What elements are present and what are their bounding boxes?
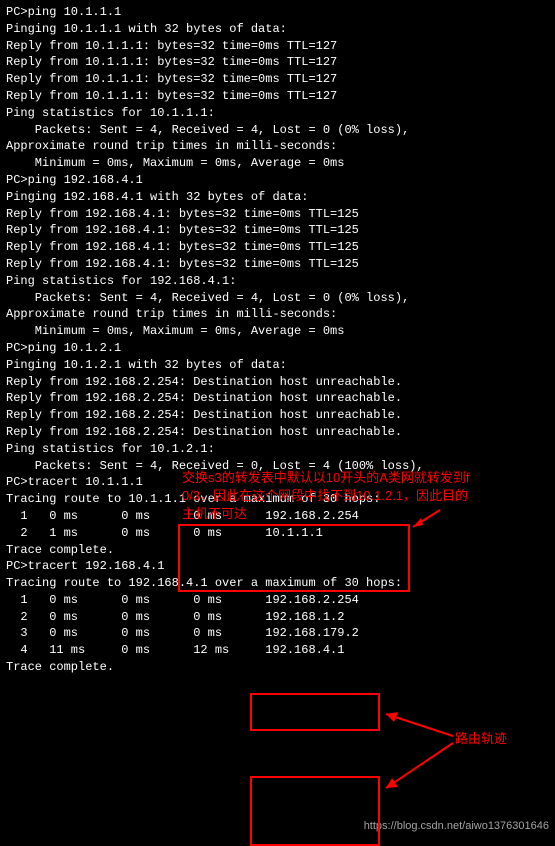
annotation-line-3: 主机不可达 — [182, 505, 552, 523]
annotation-unreachable-text: 交换s3的转发表中默认以10开头的A类网就转发到f 0/3，因此在这个网段中找不… — [182, 469, 552, 524]
reply-3a: Reply from 192.168.2.254: Destination ho… — [6, 374, 549, 391]
annotation-route-trace: 路由轨迹 — [455, 730, 507, 748]
packets-1: Packets: Sent = 4, Received = 4, Lost = … — [6, 122, 549, 139]
trace-complete-5: Trace complete. — [6, 659, 549, 676]
stats-3: Ping statistics for 10.1.2.1: — [6, 441, 549, 458]
pinging-3: Pinging 10.1.2.1 with 32 bytes of data: — [6, 357, 549, 374]
stats-2: Ping statistics for 192.168.4.1: — [6, 273, 549, 290]
watermark: https://blog.csdn.net/aiwo1376301646 — [364, 819, 549, 834]
cmd-ping-2: PC>ping 192.168.4.1 — [6, 172, 549, 189]
cmd-ping-1: PC>ping 10.1.1.1 — [6, 4, 549, 21]
approx-1: Approximate round trip times in milli-se… — [6, 138, 549, 155]
reply-2b: Reply from 192.168.4.1: bytes=32 time=0m… — [6, 222, 549, 239]
hop-5c: 3 0 ms 0 ms 0 ms 192.168.179.2 — [6, 625, 549, 642]
hop-5a: 1 0 ms 0 ms 0 ms 192.168.2.254 — [6, 592, 549, 609]
reply-2a: Reply from 192.168.4.1: bytes=32 time=0m… — [6, 206, 549, 223]
reply-1b: Reply from 10.1.1.1: bytes=32 time=0ms T… — [6, 54, 549, 71]
redbox-trace-2 — [250, 776, 380, 846]
reply-3d: Reply from 192.168.2.254: Destination ho… — [6, 424, 549, 441]
arrow-trace-2 — [378, 740, 458, 795]
reply-2c: Reply from 192.168.4.1: bytes=32 time=0m… — [6, 239, 549, 256]
approx-2: Approximate round trip times in milli-se… — [6, 306, 549, 323]
reply-3c: Reply from 192.168.2.254: Destination ho… — [6, 407, 549, 424]
reply-2d: Reply from 192.168.4.1: bytes=32 time=0m… — [6, 256, 549, 273]
annotation-line-2: 0/3，因此在这个网段中找不到10.1.2.1，因此目的 — [182, 487, 552, 505]
stats-1: Ping statistics for 10.1.1.1: — [6, 105, 549, 122]
pinging-1: Pinging 10.1.1.1 with 32 bytes of data: — [6, 21, 549, 38]
reply-1c: Reply from 10.1.1.1: bytes=32 time=0ms T… — [6, 71, 549, 88]
reply-1d: Reply from 10.1.1.1: bytes=32 time=0ms T… — [6, 88, 549, 105]
cmd-tracert-2: PC>tracert 192.168.4.1 — [6, 558, 549, 575]
packets-2: Packets: Sent = 4, Received = 4, Lost = … — [6, 290, 549, 307]
minmax-2: Minimum = 0ms, Maximum = 0ms, Average = … — [6, 323, 549, 340]
hop-5b: 2 0 ms 0 ms 0 ms 192.168.1.2 — [6, 609, 549, 626]
tracing-5: Tracing route to 192.168.4.1 over a maxi… — [6, 575, 549, 592]
hop-5d: 4 11 ms 0 ms 12 ms 192.168.4.1 — [6, 642, 549, 659]
reply-3b: Reply from 192.168.2.254: Destination ho… — [6, 390, 549, 407]
hop-4b: 2 1 ms 0 ms 0 ms 10.1.1.1 — [6, 525, 549, 542]
redbox-trace-1 — [250, 693, 380, 731]
trace-complete-4: Trace complete. — [6, 542, 549, 559]
arrow-trace-1 — [378, 708, 458, 740]
annotation-line-1: 交换s3的转发表中默认以10开头的A类网就转发到f — [182, 469, 552, 487]
cmd-ping-3: PC>ping 10.1.2.1 — [6, 340, 549, 357]
pinging-2: Pinging 192.168.4.1 with 32 bytes of dat… — [6, 189, 549, 206]
reply-1a: Reply from 10.1.1.1: bytes=32 time=0ms T… — [6, 38, 549, 55]
minmax-1: Minimum = 0ms, Maximum = 0ms, Average = … — [6, 155, 549, 172]
